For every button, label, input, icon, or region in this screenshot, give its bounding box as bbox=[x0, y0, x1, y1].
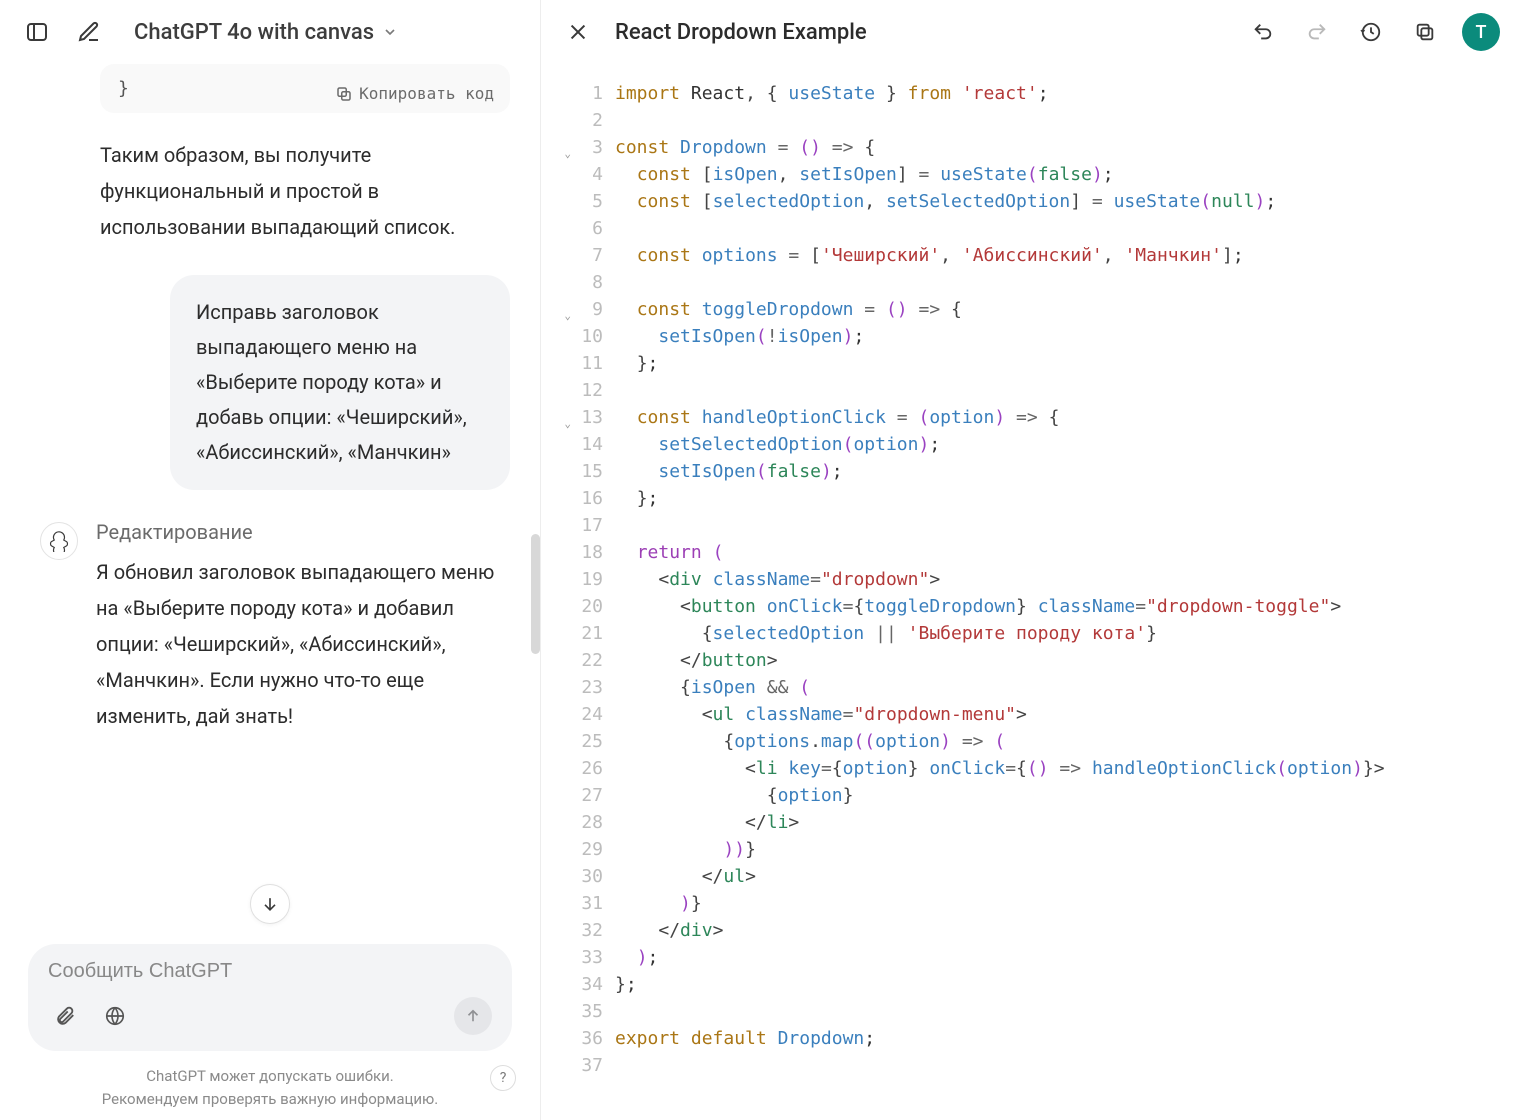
copy-icon bbox=[1414, 21, 1436, 43]
line-gutter: 123⌄456789⌄10111213⌄14151617181920212223… bbox=[541, 80, 611, 1120]
edit-heading: Редактирование bbox=[96, 520, 510, 544]
code-line[interactable]: {option} bbox=[615, 782, 1520, 809]
undo-icon bbox=[1252, 21, 1274, 43]
code-editor[interactable]: 123⌄456789⌄10111213⌄14151617181920212223… bbox=[541, 64, 1520, 1120]
code-line[interactable] bbox=[615, 998, 1520, 1025]
code-area[interactable]: import React, { useState } from 'react';… bbox=[611, 80, 1520, 1120]
code-line[interactable]: const [selectedOption, setSelectedOption… bbox=[615, 188, 1520, 215]
code-line[interactable] bbox=[615, 215, 1520, 242]
copy-code-button[interactable]: Копировать код bbox=[335, 84, 494, 103]
user-message-row: Исправь заголовок выпадающего меню на «В… bbox=[30, 275, 510, 490]
attach-file-button[interactable] bbox=[48, 999, 82, 1033]
chat-input[interactable] bbox=[48, 960, 492, 983]
code-line[interactable]: setSelectedOption(option); bbox=[615, 431, 1520, 458]
web-search-button[interactable] bbox=[98, 999, 132, 1033]
canvas-panel: React Dropdown Example T 123⌄456789⌄1011… bbox=[540, 0, 1520, 1120]
chat-input-area bbox=[0, 930, 540, 1059]
code-line[interactable]: <button onClick={toggleDropdown} classNa… bbox=[615, 593, 1520, 620]
code-line[interactable] bbox=[615, 269, 1520, 296]
code-line[interactable]: export default Dropdown; bbox=[615, 1025, 1520, 1052]
code-line[interactable]: ))} bbox=[615, 836, 1520, 863]
chevron-down-icon bbox=[382, 24, 398, 40]
close-canvas-button[interactable] bbox=[561, 15, 595, 49]
code-line[interactable]: {selectedOption || 'Выберите породу кота… bbox=[615, 620, 1520, 647]
copy-code-label: Копировать код bbox=[359, 84, 494, 103]
code-line[interactable]: const toggleDropdown = () => { bbox=[615, 296, 1520, 323]
sidebar-toggle-icon[interactable] bbox=[20, 15, 54, 49]
globe-icon bbox=[104, 1005, 126, 1027]
arrow-down-icon bbox=[260, 894, 280, 914]
code-line[interactable]: ); bbox=[615, 944, 1520, 971]
chat-header: ChatGPT 4o with canvas bbox=[0, 0, 540, 64]
code-line[interactable]: }; bbox=[615, 485, 1520, 512]
code-line[interactable]: }; bbox=[615, 971, 1520, 998]
paperclip-icon bbox=[54, 1005, 76, 1027]
assistant-avatar-icon bbox=[40, 522, 78, 560]
code-line[interactable]: import React, { useState } from 'react'; bbox=[615, 80, 1520, 107]
chat-panel: ChatGPT 4o with canvas } Копировать код … bbox=[0, 0, 540, 1120]
code-line[interactable] bbox=[615, 107, 1520, 134]
code-line[interactable]: </button> bbox=[615, 647, 1520, 674]
disclaimer-line2: Рекомендуем проверять важную информацию. bbox=[102, 1090, 438, 1108]
code-line[interactable] bbox=[615, 377, 1520, 404]
code-line[interactable]: const handleOptionClick = (option) => { bbox=[615, 404, 1520, 431]
canvas-title: React Dropdown Example bbox=[615, 20, 1226, 45]
scroll-to-bottom-button[interactable] bbox=[250, 884, 290, 924]
code-line[interactable]: <li key={option} onClick={() => handleOp… bbox=[615, 755, 1520, 782]
code-line[interactable]: const Dropdown = () => { bbox=[615, 134, 1520, 161]
code-line[interactable]: <div className="dropdown"> bbox=[615, 566, 1520, 593]
disclaimer: ChatGPT может допускать ошибки. Рекоменд… bbox=[0, 1059, 540, 1120]
code-line[interactable]: const [isOpen, setIsOpen] = useState(fal… bbox=[615, 161, 1520, 188]
send-button[interactable] bbox=[454, 997, 492, 1035]
code-line[interactable]: <ul className="dropdown-menu"> bbox=[615, 701, 1520, 728]
redo-button[interactable] bbox=[1300, 15, 1334, 49]
user-avatar[interactable]: T bbox=[1462, 13, 1500, 51]
assistant-message: Таким образом, вы получите функциональны… bbox=[100, 137, 510, 245]
code-line[interactable]: </ul> bbox=[615, 863, 1520, 890]
code-line[interactable] bbox=[615, 512, 1520, 539]
model-label: ChatGPT 4o with canvas bbox=[134, 20, 374, 45]
model-selector[interactable]: ChatGPT 4o with canvas bbox=[124, 14, 408, 51]
code-snippet-card: } Копировать код bbox=[100, 64, 510, 113]
canvas-header: React Dropdown Example T bbox=[541, 0, 1520, 64]
code-line[interactable]: setIsOpen(!isOpen); bbox=[615, 323, 1520, 350]
copy-icon bbox=[335, 85, 353, 103]
code-line[interactable]: )} bbox=[615, 890, 1520, 917]
code-snippet-tail: } bbox=[118, 78, 129, 99]
chat-scrollbar[interactable] bbox=[531, 64, 540, 930]
chat-body[interactable]: } Копировать код Таким образом, вы получ… bbox=[0, 64, 540, 930]
disclaimer-line1: ChatGPT может допускать ошибки. bbox=[146, 1067, 393, 1085]
undo-button[interactable] bbox=[1246, 15, 1280, 49]
edit-text: Я обновил заголовок выпадающего меню на … bbox=[96, 554, 510, 734]
copy-canvas-button[interactable] bbox=[1408, 15, 1442, 49]
help-button[interactable]: ? bbox=[490, 1065, 516, 1091]
code-line[interactable]: </li> bbox=[615, 809, 1520, 836]
assistant-edit-row: Редактирование Я обновил заголовок выпад… bbox=[40, 520, 510, 734]
code-line[interactable]: </div> bbox=[615, 917, 1520, 944]
user-message-bubble: Исправь заголовок выпадающего меню на «В… bbox=[170, 275, 510, 490]
redo-icon bbox=[1306, 21, 1328, 43]
code-line[interactable] bbox=[615, 1052, 1520, 1079]
code-line[interactable]: {options.map((option) => ( bbox=[615, 728, 1520, 755]
code-line[interactable]: {isOpen && ( bbox=[615, 674, 1520, 701]
chat-scrollbar-thumb[interactable] bbox=[531, 534, 540, 654]
code-line[interactable]: setIsOpen(false); bbox=[615, 458, 1520, 485]
code-line[interactable]: const options = ['Чеширский', 'Абиссинск… bbox=[615, 242, 1520, 269]
new-chat-icon[interactable] bbox=[72, 15, 106, 49]
arrow-up-icon bbox=[464, 1007, 482, 1025]
code-line[interactable]: return ( bbox=[615, 539, 1520, 566]
history-button[interactable] bbox=[1354, 15, 1388, 49]
code-line[interactable]: }; bbox=[615, 350, 1520, 377]
chat-input-box[interactable] bbox=[28, 944, 512, 1051]
close-icon bbox=[567, 21, 589, 43]
history-icon bbox=[1360, 21, 1382, 43]
